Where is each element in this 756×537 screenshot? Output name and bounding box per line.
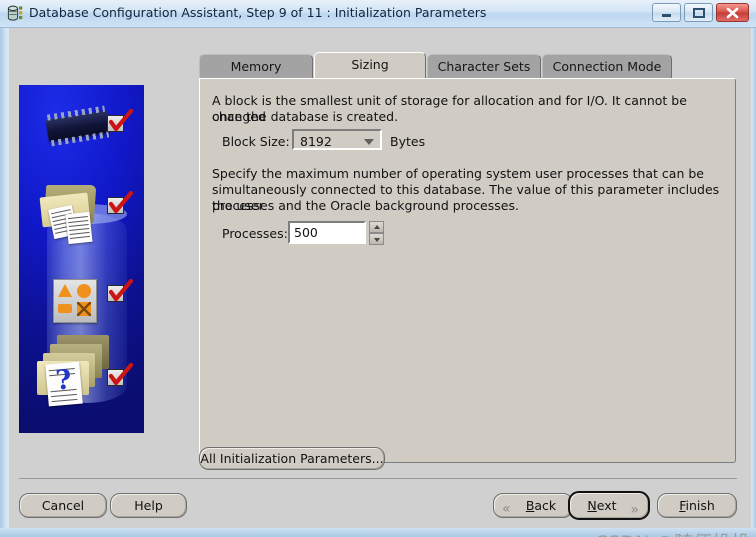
tab-sizing[interactable]: Sizing (314, 52, 426, 78)
database-icon (7, 5, 24, 22)
chevron-right-icon: » (630, 502, 639, 518)
window-left-border (0, 28, 9, 537)
sizing-tab-panel: A block is the smallest unit of storage … (199, 78, 736, 463)
back-button[interactable]: « Back (493, 493, 573, 518)
chip-pins-bottom (50, 131, 110, 147)
wizard-illustration: ? (19, 85, 144, 433)
next-button[interactable]: Next » (568, 491, 650, 520)
step-check-1 (107, 109, 134, 135)
help-label: Help (134, 498, 163, 513)
check-mark-4 (108, 363, 134, 386)
tab-character-sets[interactable]: Character Sets (427, 54, 541, 78)
finish-label: Finish (679, 498, 715, 513)
rectangle-shape (58, 304, 72, 313)
folder-stack-question-icon: ? (37, 335, 109, 407)
help-button[interactable]: Help (110, 493, 187, 518)
title-bar: Database Configuration Assistant, Step 9… (0, 0, 756, 28)
block-size-value: 8192 (300, 134, 332, 149)
processes-label: Processes: (222, 226, 288, 241)
application-window: Database Configuration Assistant, Step 9… (0, 0, 756, 537)
block-size-unit: Bytes (390, 134, 426, 149)
block-size-dropdown[interactable]: 8192 (292, 129, 382, 150)
check-mark-1 (108, 109, 134, 132)
footer-separator (19, 478, 737, 479)
stepper-up-icon[interactable] (369, 221, 384, 233)
step-check-2 (107, 191, 134, 217)
maximize-icon[interactable] (684, 3, 713, 22)
window-bottom-border (0, 528, 756, 537)
question-mark-glyph: ? (54, 364, 73, 397)
all-initialization-parameters-label: All Initialization Parameters... (200, 451, 384, 466)
check-mark-2 (108, 191, 134, 214)
processes-description-line1: Specify the maximum number of operating … (212, 166, 704, 181)
finish-button[interactable]: Finish (657, 493, 737, 518)
window-title: Database Configuration Assistant, Step 9… (29, 5, 487, 20)
chip-pins-top (46, 105, 106, 121)
processes-input[interactable]: 500 (288, 221, 366, 244)
processes-description-line3: processes and the Oracle background proc… (212, 198, 519, 213)
step-check-3 (107, 279, 134, 305)
minimize-icon[interactable] (652, 3, 681, 22)
processes-value: 500 (294, 225, 318, 240)
window-right-border (751, 28, 756, 537)
tab-connection-mode[interactable]: Connection Mode (542, 54, 672, 78)
tab-memory[interactable]: Memory (199, 54, 313, 78)
document-page-2 (65, 211, 93, 245)
cancel-button[interactable]: Cancel (19, 493, 107, 518)
window-body: ? Memory Sizing Character Sets Connectio… (0, 28, 756, 537)
back-label: Back (525, 498, 557, 513)
memory-chip-icon (45, 105, 111, 147)
tab-character-sets-label: Character Sets (437, 59, 531, 74)
all-initialization-parameters-button[interactable]: All Initialization Parameters... (199, 447, 385, 470)
processes-stepper[interactable] (369, 221, 384, 245)
block-size-label: Block Size: (222, 134, 290, 149)
chevron-left-icon: « (502, 501, 511, 517)
block-description-line2: once the database is created. (212, 109, 399, 124)
question-document: ? (45, 361, 83, 407)
close-glyph (717, 4, 748, 21)
chevron-down-icon[interactable] (362, 134, 377, 147)
maximize-glyph (685, 4, 712, 21)
cancel-label: Cancel (41, 498, 85, 513)
crossed-box-shape (77, 302, 91, 316)
tab-memory-label: Memory (230, 59, 282, 74)
circle-shape (77, 284, 91, 298)
next-label: Next (587, 498, 617, 513)
minimize-glyph (653, 4, 680, 21)
close-icon[interactable] (716, 3, 749, 22)
step-check-4 (107, 363, 134, 389)
triangle-shape (58, 284, 72, 297)
tab-sizing-label: Sizing (351, 57, 389, 72)
check-mark-3 (108, 279, 134, 302)
stepper-down-icon[interactable] (369, 233, 384, 245)
shapes-palette-icon (53, 279, 97, 323)
tab-connection-mode-label: Connection Mode (552, 59, 662, 74)
